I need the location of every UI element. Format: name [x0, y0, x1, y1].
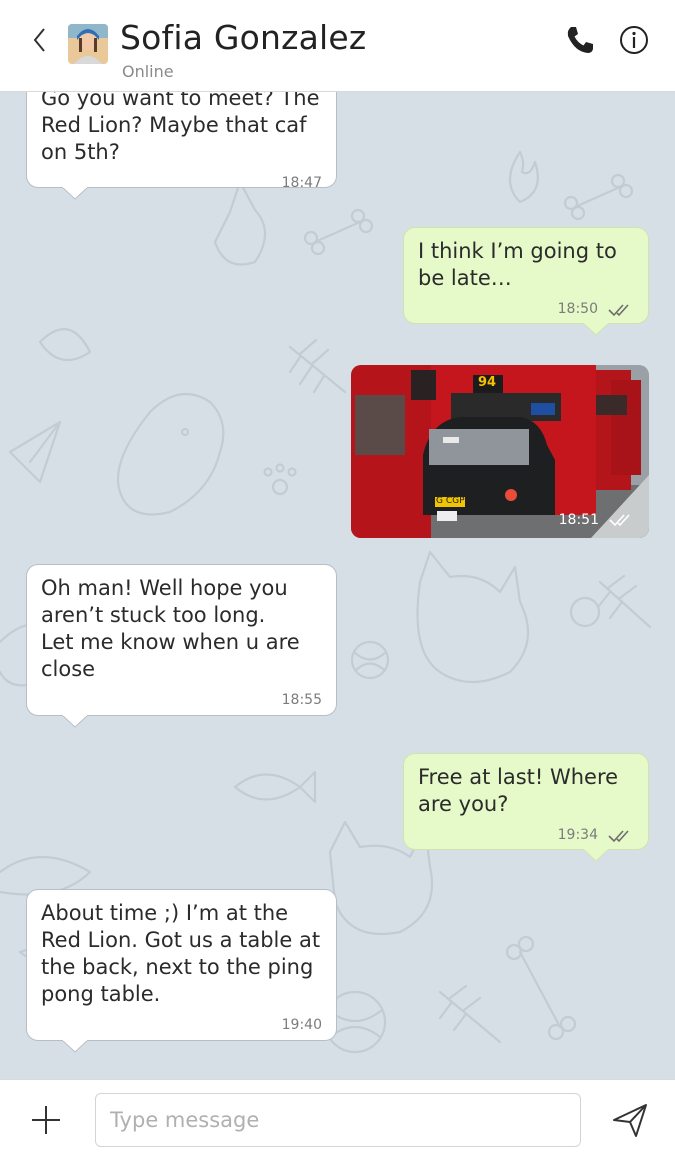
plus-icon	[32, 1106, 60, 1134]
avatar[interactable]	[68, 24, 108, 64]
bubble-tail	[583, 323, 609, 336]
message-text: I think I’m going to be late…	[418, 239, 617, 290]
message-bubble-outgoing[interactable]: Free at last! Where are you? 19:34	[403, 753, 649, 850]
message-text: Free at last! Where are you?	[418, 765, 619, 816]
plate-text: G CGP	[436, 496, 465, 506]
message-bubble-incoming[interactable]: Oh man! Well hope you aren’t stuck too l…	[26, 564, 337, 716]
message-bubble-incoming[interactable]: About time ;) I’m at the Red Lion. Got u…	[26, 889, 337, 1041]
contact-status: Online	[122, 62, 174, 81]
message-list[interactable]: Go you want to meet? The Red Lion? Maybe…	[0, 92, 675, 1079]
message-text: About time ;) I’m at the Red Lion. Got u…	[41, 901, 321, 1006]
back-button[interactable]	[22, 18, 58, 62]
call-button[interactable]	[562, 22, 598, 58]
message-input[interactable]	[95, 1093, 581, 1147]
message-time: 18:50	[557, 301, 598, 317]
double-check-icon	[608, 303, 629, 316]
message-time: 19:34	[557, 827, 598, 843]
double-check-icon	[609, 514, 630, 527]
bubble-tail	[583, 849, 609, 862]
contact-name: Sofia Gonzalez	[120, 18, 367, 57]
message-bubble-outgoing[interactable]: I think I’m going to be late… 18:50	[403, 227, 649, 324]
double-check-icon	[608, 829, 629, 842]
message-text: Go you want to meet? The Red Lion? Maybe…	[41, 92, 320, 164]
info-icon	[620, 26, 648, 54]
bus-route-number: 94	[478, 375, 497, 390]
chat-header: Sofia Gonzalez Online	[0, 0, 675, 92]
info-button[interactable]	[616, 22, 652, 58]
message-time: 18:47	[281, 175, 322, 191]
bubble-tail	[62, 187, 88, 200]
message-time: 18:51	[558, 512, 599, 528]
message-text: Oh man! Well hope you aren’t stuck too l…	[41, 576, 300, 681]
attach-button[interactable]	[24, 1098, 68, 1142]
send-icon	[613, 1104, 647, 1137]
chevron-left-icon	[33, 28, 45, 52]
bubble-tail	[62, 1040, 88, 1053]
message-bubble-incoming[interactable]: Go you want to meet? The Red Lion? Maybe…	[26, 92, 337, 191]
avatar-image	[68, 24, 108, 64]
message-input-bar	[0, 1079, 675, 1159]
message-time: 18:55	[281, 692, 322, 708]
send-button[interactable]	[608, 1098, 652, 1142]
message-time: 19:40	[281, 1017, 322, 1033]
phone-icon	[567, 27, 593, 53]
bubble-tail	[62, 715, 88, 728]
photo-message[interactable]: 94 G CGP 18:51	[351, 365, 649, 538]
